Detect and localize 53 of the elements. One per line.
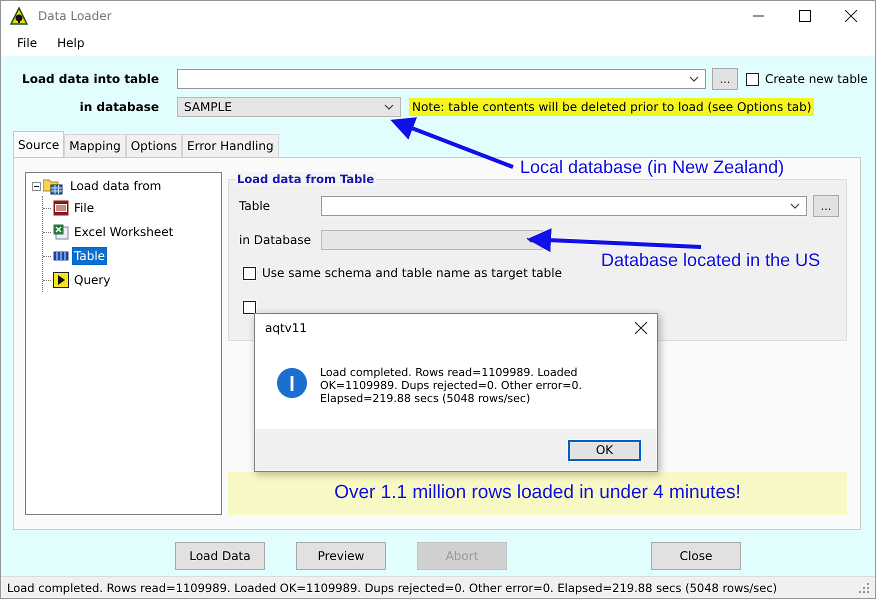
annotation-text: Local database (in New Zealand): [520, 157, 784, 178]
close-icon[interactable]: [845, 10, 857, 22]
tree-item[interactable]: Table: [72, 247, 108, 265]
tree-item[interactable]: File: [72, 199, 96, 217]
tree-item[interactable]: Load data from: [68, 177, 164, 195]
close-icon[interactable]: [635, 322, 647, 334]
collapse-icon[interactable]: [32, 182, 41, 190]
ok-button[interactable]: OK: [568, 440, 641, 460]
tree-item[interactable]: Query: [72, 271, 112, 289]
dialog-message: Load completed. Rows read=1109989. Loaded OK=1109989. Dups rejected=0. Other error=0. Elapsed=219.88 secs (5048 rows/sec): [320, 366, 583, 405]
field-label: Table: [239, 199, 272, 213]
button[interactable]: Close: [651, 542, 741, 570]
window-title: Data Loader: [38, 8, 112, 22]
annotation-text: Database located in the US: [601, 250, 820, 271]
checkbox-label: Use same schema and table name as target table: [262, 266, 562, 280]
chevron-icon: [384, 104, 394, 110]
checkbox[interactable]: [746, 72, 759, 86]
folder-table-icon: [43, 177, 63, 195]
browse-button[interactable]: ...: [813, 195, 839, 217]
tab[interactable]: Error Handling: [182, 134, 279, 157]
tab[interactable]: Mapping: [64, 134, 126, 157]
maximize-icon[interactable]: [799, 10, 811, 22]
browse-button[interactable]: ...: [712, 68, 738, 90]
info-icon: [277, 368, 307, 398]
tab[interactable]: Source: [13, 131, 64, 157]
button[interactable]: Preview: [296, 542, 386, 570]
tree-item[interactable]: Excel Worksheet: [72, 223, 176, 241]
spreadsheet-icon: [53, 224, 69, 240]
app-logo-icon: [10, 6, 28, 24]
database-combo[interactable]: SAMPLE: [177, 97, 401, 117]
checkbox[interactable]: [243, 300, 256, 314]
checkbox[interactable]: [243, 266, 256, 280]
note-text: Note: table contents will be deleted prior to load (see Options tab): [409, 98, 814, 116]
tab[interactable]: Options: [126, 134, 182, 157]
callout-banner: Over 1.1 million rows loaded in under 4 minutes!: [228, 472, 847, 515]
menu-item[interactable]: File: [17, 36, 38, 50]
field-label: in database: [78, 100, 159, 114]
database-combo[interactable]: [321, 230, 543, 250]
chevron-icon: [689, 76, 699, 82]
resize-grip-icon: [859, 582, 869, 592]
table-combo[interactable]: [321, 196, 807, 216]
field-label: in Database: [239, 233, 312, 247]
group-title: Load data from Table: [235, 172, 376, 186]
button[interactable]: Load Data: [175, 542, 265, 570]
checkbox-label: Create new table: [765, 72, 868, 86]
status-text: Load completed. Rows read=1109989. Loaded OK=1109989. Dups rejected=0. Other error=0. Elapsed=219.88 secs (5048 rows/sec): [7, 580, 778, 594]
menu-item[interactable]: Help: [57, 36, 84, 50]
chevron-icon: [790, 203, 800, 209]
play-icon: [53, 272, 69, 288]
field-label: Load data into table: [21, 72, 159, 86]
file-icon: [53, 200, 69, 216]
table-combo[interactable]: [177, 69, 706, 89]
dialog-title: aqtv11: [265, 321, 308, 335]
